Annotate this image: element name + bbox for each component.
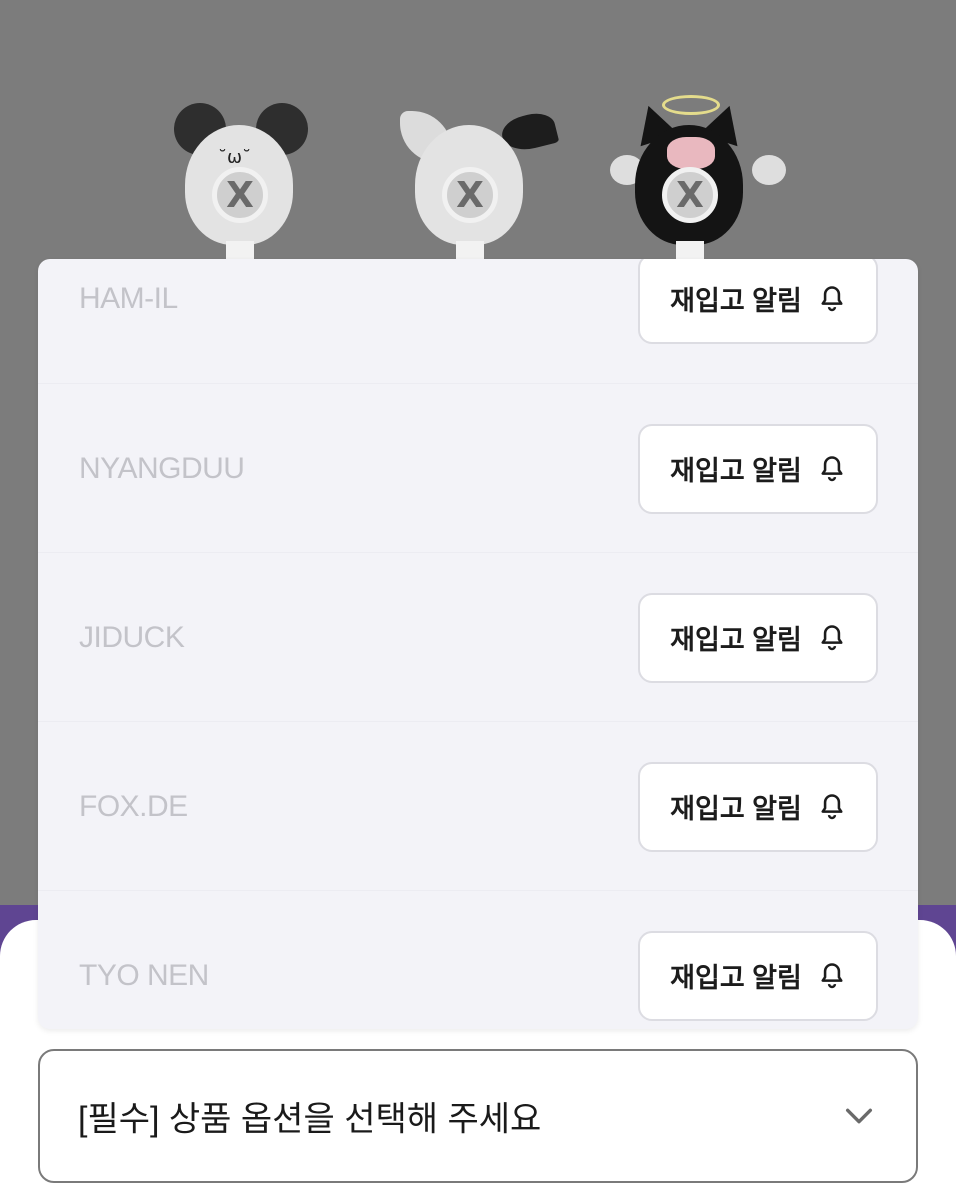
restock-alert-label: 재입고 알림	[670, 286, 802, 316]
product-image-bear: ˘ω˘	[160, 95, 320, 271]
restock-alert-label: 재입고 알림	[670, 456, 802, 486]
product-face: ˘ω˘	[218, 147, 252, 168]
restock-alert-button[interactable]: 재입고 알림	[638, 761, 878, 852]
restock-alert-label: 재입고 알림	[670, 625, 802, 655]
option-name: FOX.DE	[79, 789, 188, 823]
bell-icon	[821, 455, 843, 481]
option-select-label: [필수] 상품 옵션을 선택해 주세요	[78, 1100, 542, 1139]
restock-alert-button[interactable]: 재입고 알림	[638, 592, 878, 683]
option-row: TYO NEN 재입고 알림	[38, 890, 918, 1029]
lightstick-ring	[442, 167, 498, 223]
option-row: FOX.DE 재입고 알림	[38, 721, 918, 891]
pig-face-decoration	[667, 137, 715, 169]
option-name: JIDUCK	[79, 620, 185, 654]
chevron-down-icon	[845, 1108, 873, 1124]
restock-alert-label: 재입고 알림	[670, 794, 802, 824]
wing-right	[752, 155, 786, 185]
option-select[interactable]: [필수] 상품 옵션을 선택해 주세요	[38, 1049, 918, 1183]
restock-alert-button[interactable]: 재입고 알림	[638, 423, 878, 514]
restock-alert-button[interactable]: 재입고 알림	[638, 259, 878, 344]
option-row: NYANGDUU 재입고 알림	[38, 383, 918, 553]
option-name: NYANGDUU	[79, 451, 245, 485]
lightstick-ring	[662, 167, 718, 223]
option-name: TYO NEN	[79, 958, 209, 992]
product-image-cat	[390, 95, 560, 271]
lightstick-ring	[212, 167, 268, 223]
option-name: HAM-IL	[79, 281, 178, 315]
restock-alert-button[interactable]: 재입고 알림	[638, 930, 878, 1021]
bell-icon	[821, 962, 843, 988]
product-image-black-cat	[610, 95, 786, 271]
bell-icon	[821, 624, 843, 650]
restock-alert-label: 재입고 알림	[670, 963, 802, 993]
bell-icon	[821, 793, 843, 819]
option-row: HAM-IL 재입고 알림	[38, 259, 918, 383]
option-row: JIDUCK 재입고 알림	[38, 552, 918, 722]
bell-icon	[821, 285, 843, 311]
option-list: HAM-IL 재입고 알림 NYANGDUU 재입고 알림 JIDUCK 재입고…	[38, 259, 918, 1029]
